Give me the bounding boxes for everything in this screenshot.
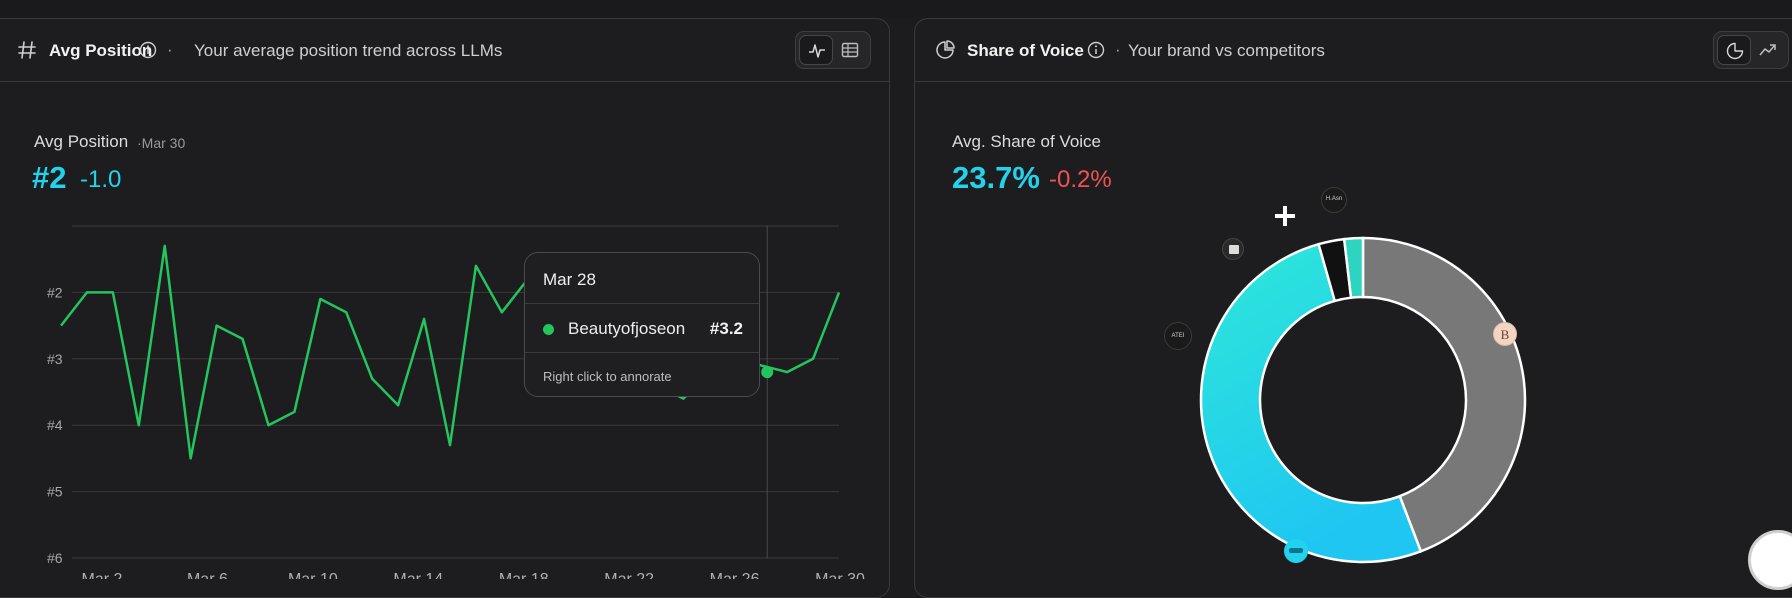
x-tick-label: Mar 30 — [815, 571, 865, 579]
y-tick-label: #5 — [47, 484, 63, 500]
x-tick-label: Mar 10 — [288, 571, 338, 579]
x-tick-label: Mar 26 — [710, 571, 760, 579]
avg-position-panel: Avg Position · Your average position tre… — [0, 18, 890, 598]
brand-avatar[interactable] — [1284, 539, 1308, 563]
tooltip-date: Mar 28 — [543, 270, 596, 289]
x-tick-label: Mar 6 — [187, 571, 228, 579]
share-of-voice-donut-chart — [1199, 236, 1527, 564]
y-tick-label: #3 — [47, 351, 63, 367]
x-tick-label: Mar 2 — [82, 571, 123, 579]
series-color-dot — [543, 324, 554, 335]
brand-avatar[interactable]: H.Asn — [1321, 187, 1347, 213]
plus-icon[interactable] — [1271, 202, 1299, 230]
tooltip-hint: Right click to annorate — [543, 369, 672, 384]
top-bar — [0, 0, 1792, 18]
brand-avatar[interactable] — [1222, 238, 1244, 260]
x-tick-label: Mar 22 — [604, 571, 654, 579]
highlighted-data-point[interactable] — [761, 366, 774, 379]
tooltip-series-name: Beautyofjoseon — [568, 319, 686, 338]
x-tick-label: Mar 14 — [393, 571, 443, 579]
y-tick-label: #6 — [47, 550, 63, 566]
chart-tooltip: Mar 28 Beautyofjoseon #3.2 Right click t… — [524, 252, 760, 397]
brand-avatar[interactable]: ATEI — [1164, 322, 1192, 350]
divider — [525, 352, 759, 353]
y-tick-label: #2 — [47, 284, 63, 300]
divider — [525, 303, 759, 304]
share-of-voice-panel: Share of Voice · Your brand vs competito… — [914, 18, 1792, 598]
x-tick-label: Mar 18 — [499, 571, 549, 579]
tooltip-value: #3.2 — [709, 319, 743, 338]
brand-avatar[interactable]: B — [1493, 322, 1517, 346]
y-tick-label: #4 — [47, 417, 63, 433]
